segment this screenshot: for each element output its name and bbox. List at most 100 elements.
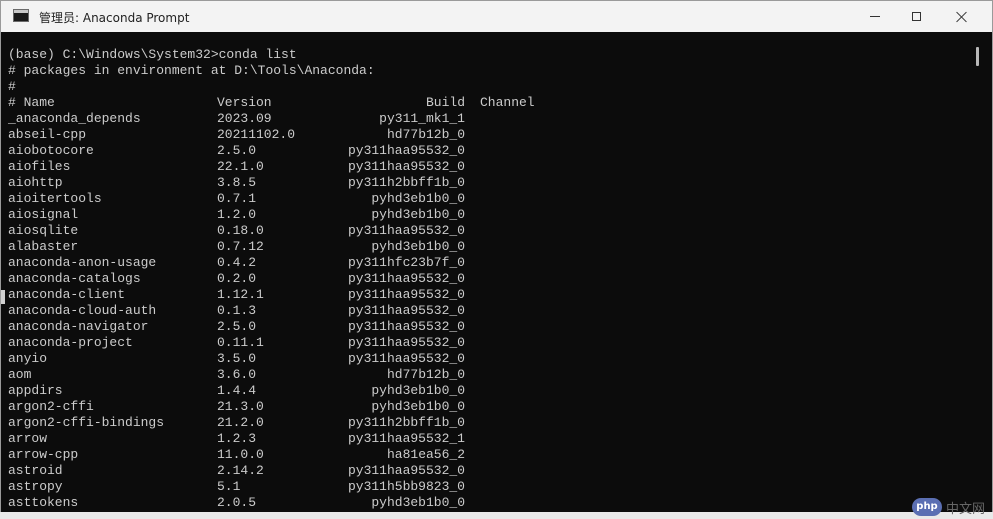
- maximize-icon: [911, 12, 921, 21]
- package-build: hd77b12b_0: [386, 367, 465, 382]
- package-build: py311haa95532_0: [347, 319, 465, 334]
- package-row: aiofiles 22.1.0 py311haa95532_0: [1, 159, 561, 175]
- close-button[interactable]: [939, 1, 985, 32]
- package-build: pyhd3eb1b0_0: [371, 383, 465, 398]
- package-name: astropy: [8, 479, 63, 494]
- package-build: py311haa95532_0: [347, 463, 465, 478]
- package-build: py311hfc23b7f_0: [347, 255, 465, 270]
- package-build: hd77b12b_0: [386, 127, 465, 142]
- package-row: arrow-cpp 11.0.0 ha81ea56_2: [1, 447, 561, 463]
- vertical-scrollbar[interactable]: [973, 32, 992, 512]
- package-build: py311haa95532_0: [347, 143, 465, 158]
- watermark-logo: php: [912, 498, 942, 516]
- package-name: aiofiles: [8, 159, 71, 174]
- package-build: py311haa95532_0: [347, 271, 465, 286]
- package-name: anaconda-catalogs: [8, 271, 141, 286]
- package-name: anyio: [8, 351, 48, 366]
- package-row: abseil-cpp 20211102.0 hd77b12b_0: [1, 127, 561, 143]
- package-row: argon2-cffi 21.3.0 pyhd3eb1b0_0: [1, 399, 561, 415]
- package-row: anaconda-navigator 2.5.0 py311haa95532_0: [1, 319, 561, 335]
- package-row: astroid 2.14.2 py311haa95532_0: [1, 463, 561, 479]
- package-name: anaconda-navigator: [8, 319, 149, 334]
- package-name: arrow: [8, 431, 48, 446]
- watermark-text: 中文网: [946, 501, 986, 517]
- package-row: aom 3.6.0 hd77b12b_0: [1, 367, 561, 383]
- comment-line: #: [8, 79, 16, 94]
- package-build: pyhd3eb1b0_0: [371, 495, 465, 510]
- title-bar[interactable]: 管理员: Anaconda Prompt: [1, 1, 992, 32]
- package-build: pyhd3eb1b0_0: [371, 239, 465, 254]
- package-row: anaconda-client 1.12.1 py311haa95532_0: [1, 287, 561, 303]
- package-build: py311haa95532_1: [347, 431, 465, 446]
- package-row: _anaconda_depends 2023.09 py311_mk1_1: [1, 111, 561, 127]
- package-build: pyhd3eb1b0_0: [371, 399, 465, 414]
- terminal-window: 管理员: Anaconda Prompt (base) C:\Windows\S…: [0, 0, 993, 513]
- package-build: py311haa95532_0: [347, 287, 465, 302]
- package-row: aiohttp 3.8.5 py311h2bbff1b_0: [1, 175, 561, 191]
- package-name: _anaconda_depends: [8, 111, 141, 126]
- package-name: alabaster: [8, 239, 79, 254]
- header-name: # Name: [8, 95, 55, 110]
- minimize-button[interactable]: [852, 1, 898, 32]
- package-row: argon2-cffi-bindings 21.2.0 py311h2bbff1b_…: [1, 415, 561, 431]
- package-name: arrow-cpp: [8, 447, 79, 462]
- terminal-app-icon: [13, 9, 29, 22]
- package-name: aiobotocore: [8, 143, 94, 158]
- scrollbar-thumb[interactable]: [976, 47, 979, 66]
- package-row: anaconda-project 0.11.1 py311haa95532_0: [1, 335, 561, 351]
- minimize-icon: [870, 16, 880, 17]
- package-row: anaconda-anon-usage 0.4.2 py311hfc23b7f_0: [1, 255, 561, 271]
- package-name: aiosignal: [8, 207, 79, 222]
- command-line: (base) C:\Windows\System32>conda list: [8, 47, 297, 62]
- package-build: py311haa95532_0: [347, 335, 465, 350]
- package-build: py311h5bb9823_0: [347, 479, 465, 494]
- package-name: aiohttp: [8, 175, 63, 190]
- package-build: py311_mk1_1: [379, 111, 465, 126]
- window-title: 管理员: Anaconda Prompt: [39, 11, 190, 25]
- taskbar-strip: [0, 512, 993, 519]
- package-build: py311haa95532_0: [347, 351, 465, 366]
- package-name: appdirs: [8, 383, 63, 398]
- watermark: php 中文网: [912, 495, 993, 519]
- package-name: aiosqlite: [8, 223, 79, 238]
- package-name: aioitertools: [8, 191, 102, 206]
- close-icon: [956, 11, 968, 23]
- package-row: anaconda-cloud-auth 0.1.3 py311haa95532_0: [1, 303, 561, 319]
- table-header: # Name Version Build Channel: [1, 95, 561, 111]
- package-build: py311h2bbff1b_0: [347, 415, 465, 430]
- package-build: ha81ea56_2: [386, 447, 465, 462]
- package-name: astroid: [8, 463, 63, 478]
- package-row: aiosqlite 0.18.0 py311haa95532_0: [1, 223, 561, 239]
- package-row: asttokens 2.0.5 pyhd3eb1b0_0: [1, 495, 561, 511]
- package-name: argon2-cffi-bindings: [8, 415, 165, 430]
- package-build: pyhd3eb1b0_0: [371, 191, 465, 206]
- header-channel: Channel: [480, 95, 535, 110]
- package-name: asttokens: [8, 495, 79, 510]
- package-build: py311haa95532_0: [347, 303, 465, 318]
- edge-marker: [1, 290, 5, 304]
- package-name: anaconda-project: [8, 335, 133, 350]
- package-name: anaconda-cloud-auth: [8, 303, 157, 318]
- package-row: anaconda-catalogs 0.2.0 py311haa95532_0: [1, 271, 561, 287]
- package-build: py311haa95532_0: [347, 159, 465, 174]
- console-output[interactable]: (base) C:\Windows\System32>conda list # …: [1, 32, 973, 512]
- package-build: py311haa95532_0: [347, 223, 465, 238]
- package-build: pyhd3eb1b0_0: [371, 207, 465, 222]
- package-row: aioitertools 0.7.1 pyhd3eb1b0_0: [1, 191, 561, 207]
- package-name: anaconda-anon-usage: [8, 255, 157, 270]
- package-name: aom: [8, 367, 32, 382]
- maximize-button[interactable]: [893, 1, 939, 32]
- environment-line: # packages in environment at D:\Tools\An…: [8, 63, 375, 78]
- package-row: alabaster 0.7.12 pyhd3eb1b0_0: [1, 239, 561, 255]
- package-name: argon2-cffi: [8, 399, 94, 414]
- package-name: abseil-cpp: [8, 127, 87, 142]
- header-build: Build: [425, 95, 465, 110]
- package-row: anyio 3.5.0 py311haa95532_0: [1, 351, 561, 367]
- package-row: appdirs 1.4.4 pyhd3eb1b0_0: [1, 383, 561, 399]
- package-row: astropy 5.1 py311h5bb9823_0: [1, 479, 561, 495]
- package-row: arrow 1.2.3 py311haa95532_1: [1, 431, 561, 447]
- package-build: py311h2bbff1b_0: [347, 175, 465, 190]
- package-row: aiosignal 1.2.0 pyhd3eb1b0_0: [1, 207, 561, 223]
- package-row: aiobotocore 2.5.0 py311haa95532_0: [1, 143, 561, 159]
- package-name: anaconda-client: [8, 287, 126, 302]
